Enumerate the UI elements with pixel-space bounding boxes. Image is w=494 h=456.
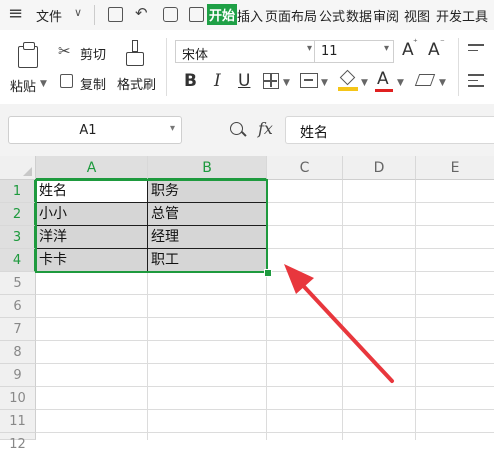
grid-line-horizontal [36, 363, 494, 364]
empty-cells-area[interactable] [36, 180, 494, 440]
font-name-dropdown-icon[interactable]: ▾ [307, 43, 312, 54]
font-size-dropdown-icon[interactable]: ▾ [384, 43, 389, 54]
row-header[interactable]: 1 [0, 180, 36, 203]
align-left-icon[interactable] [468, 74, 484, 87]
ribbon-toolbar: 粘贴 ▼ ✂ 剪切 复制 格式刷 宋体 ▾ 11 ▾ A ⁺ A ⁻ B I U… [0, 30, 494, 105]
scissors-icon[interactable]: ✂ [58, 42, 71, 60]
save-icon[interactable] [108, 7, 123, 22]
name-box-value: A1 [79, 123, 97, 138]
row-header[interactable]: 5 [0, 272, 36, 295]
tab-developer[interactable]: 开发工具 [436, 6, 488, 25]
formula-input-value: 姓名 [300, 125, 328, 141]
merge-cells-icon[interactable] [300, 73, 318, 88]
grid-line-horizontal [267, 248, 494, 249]
row-header[interactable]: 4 [0, 249, 36, 272]
fill-color-icon[interactable] [338, 69, 358, 91]
annotation-arrow [284, 264, 394, 383]
font-size-select[interactable]: 11 ▾ [314, 40, 394, 63]
clipboard-clip [23, 42, 35, 50]
bold-button[interactable]: B [184, 71, 197, 91]
copy-icon[interactable] [60, 74, 73, 88]
select-all-corner[interactable] [0, 156, 36, 180]
ribbon-separator [458, 38, 459, 96]
column-header-a[interactable]: A [36, 156, 148, 180]
grid-line-vertical [266, 272, 267, 440]
row-header[interactable]: 7 [0, 318, 36, 341]
underline-button[interactable]: U [238, 71, 250, 91]
font-size-value: 11 [321, 44, 338, 59]
row-header[interactable]: 9 [0, 364, 36, 387]
shrink-font-arrow: ⁻ [440, 38, 445, 48]
row-header[interactable]: 12 [0, 433, 36, 452]
grid-line-vertical [415, 180, 416, 440]
grid-line-horizontal [36, 340, 494, 341]
fill-color-bar [338, 87, 358, 91]
name-box-dropdown-icon[interactable]: ▾ [170, 123, 175, 134]
row-header[interactable]: 10 [0, 387, 36, 410]
eraser-icon[interactable] [414, 74, 436, 86]
print-icon[interactable] [163, 7, 178, 22]
column-header-c[interactable]: C [267, 156, 343, 180]
formula-bar: A1 ▾ fx 姓名 [0, 104, 494, 156]
tab-formulas[interactable]: 公式 [319, 6, 345, 25]
grid-line-horizontal [36, 386, 494, 387]
undo-icon[interactable]: ↶ [135, 4, 148, 22]
grid-line-horizontal [36, 294, 494, 295]
font-name-select[interactable]: 宋体 ▾ [175, 40, 317, 63]
tab-view[interactable]: 视图 [404, 6, 430, 25]
clear-dropdown-icon[interactable]: ▼ [439, 78, 446, 88]
tab-review[interactable]: 审阅 [373, 6, 399, 25]
tab-page-layout[interactable]: 页面布局 [265, 6, 317, 25]
row-header[interactable]: 11 [0, 410, 36, 433]
file-menu[interactable]: 文件 [36, 6, 62, 25]
zoom-search-icon[interactable] [230, 122, 247, 137]
spreadsheet-grid: A B C D E 1 2 3 4 5 6 7 8 9 10 11 12 姓名 … [0, 156, 494, 452]
grow-font-arrow: ⁺ [413, 38, 418, 48]
function-fx-icon[interactable]: fx [258, 119, 273, 138]
file-menu-dropdown-icon[interactable]: ∨ [74, 6, 82, 19]
grow-font-icon[interactable]: A [402, 40, 414, 60]
fill-color-dropdown-icon[interactable]: ▼ [361, 78, 368, 88]
tab-data[interactable]: 数据 [346, 6, 372, 25]
column-header-b[interactable]: B [148, 156, 267, 180]
menu-separator [94, 5, 95, 25]
format-painter-icon[interactable] [124, 40, 148, 68]
cut-button[interactable]: 剪切 [80, 44, 106, 63]
borders-icon[interactable] [263, 73, 279, 89]
hamburger-menu-icon[interactable]: ≡ [8, 3, 23, 24]
column-header-d[interactable]: D [343, 156, 416, 180]
formula-input[interactable]: 姓名 [285, 116, 494, 144]
name-box[interactable]: A1 ▾ [8, 116, 182, 144]
font-color-icon[interactable]: A [377, 69, 389, 89]
grid-line-horizontal [267, 202, 494, 203]
align-top-icon[interactable] [468, 44, 484, 55]
grid-line-horizontal [36, 432, 494, 433]
paste-label[interactable]: 粘贴 [10, 76, 36, 95]
font-color-bar [375, 89, 393, 92]
font-name-value: 宋体 [182, 48, 209, 63]
grid-line-horizontal [36, 317, 494, 318]
ribbon-separator [166, 38, 167, 96]
font-color-dropdown-icon[interactable]: ▼ [397, 78, 404, 88]
column-header-e[interactable]: E [416, 156, 494, 180]
row-header[interactable]: 2 [0, 203, 36, 226]
tab-insert[interactable]: 插入 [237, 6, 263, 25]
borders-dropdown-icon[interactable]: ▼ [283, 78, 290, 88]
menu-bar: ≡ 文件 ∨ ↶ 开始 插入 页面布局 公式 数据 审阅 视图 开发工具 [0, 0, 494, 30]
italic-button[interactable]: I [214, 71, 221, 91]
tab-home[interactable]: 开始 [207, 4, 238, 25]
copy-button[interactable]: 复制 [80, 74, 106, 93]
shrink-font-icon[interactable]: A [428, 40, 440, 60]
format-painter-button[interactable]: 格式刷 [117, 74, 156, 93]
grid-line-horizontal [267, 225, 494, 226]
row-header[interactable]: 8 [0, 341, 36, 364]
row-header[interactable]: 3 [0, 226, 36, 249]
grid-line-vertical [147, 272, 148, 440]
paste-dropdown-icon[interactable]: ▼ [40, 79, 47, 89]
paste-button[interactable] [14, 40, 42, 70]
row-header[interactable]: 6 [0, 295, 36, 318]
merge-dropdown-icon[interactable]: ▼ [321, 78, 328, 88]
grid-line-horizontal [36, 409, 494, 410]
print-preview-icon[interactable] [189, 7, 204, 22]
